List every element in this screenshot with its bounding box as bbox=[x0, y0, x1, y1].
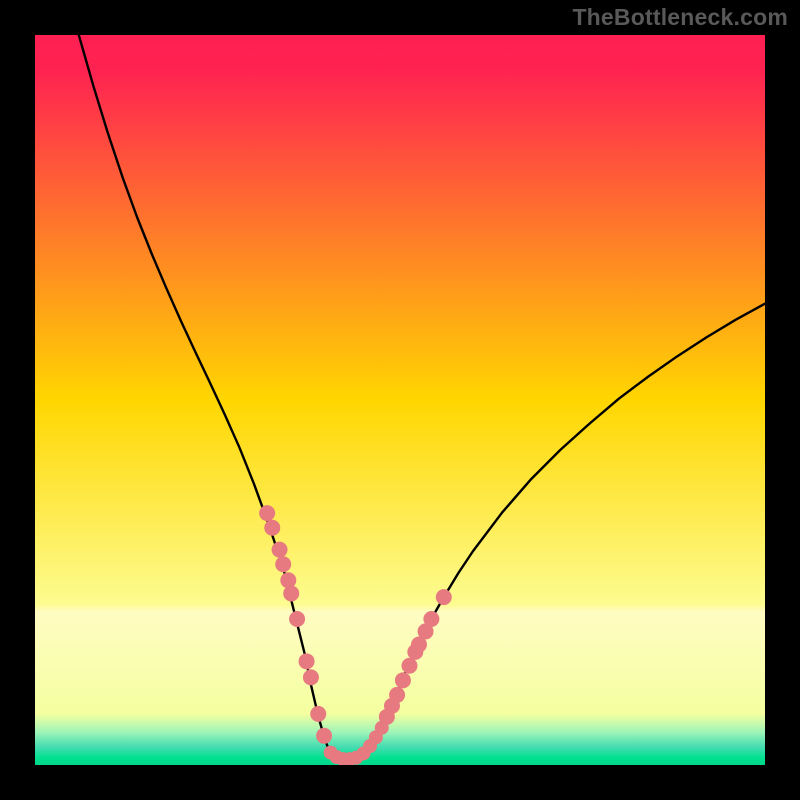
data-markers-left-point bbox=[303, 669, 319, 685]
plot-area bbox=[35, 35, 765, 765]
data-markers-left-point bbox=[299, 653, 315, 669]
data-markers-left-point bbox=[283, 585, 299, 601]
data-markers-left-point bbox=[264, 520, 280, 536]
data-markers-right-point bbox=[423, 611, 439, 627]
plot-svg bbox=[35, 35, 765, 765]
data-markers-right-point bbox=[395, 672, 411, 688]
data-markers-right-point bbox=[401, 658, 417, 674]
chart-container: TheBottleneck.com bbox=[0, 0, 800, 800]
watermark: TheBottleneck.com bbox=[572, 4, 788, 31]
data-markers-left-point bbox=[272, 542, 288, 558]
gradient-background bbox=[35, 35, 765, 765]
data-markers-left-point bbox=[289, 611, 305, 627]
data-markers-left-point bbox=[275, 556, 291, 572]
data-markers-left-point bbox=[310, 706, 326, 722]
data-markers-left-point bbox=[280, 572, 296, 588]
data-markers-right-point bbox=[389, 687, 405, 703]
data-markers-left-point bbox=[259, 505, 275, 521]
data-markers-right-point bbox=[436, 589, 452, 605]
data-markers-left-point bbox=[316, 728, 332, 744]
